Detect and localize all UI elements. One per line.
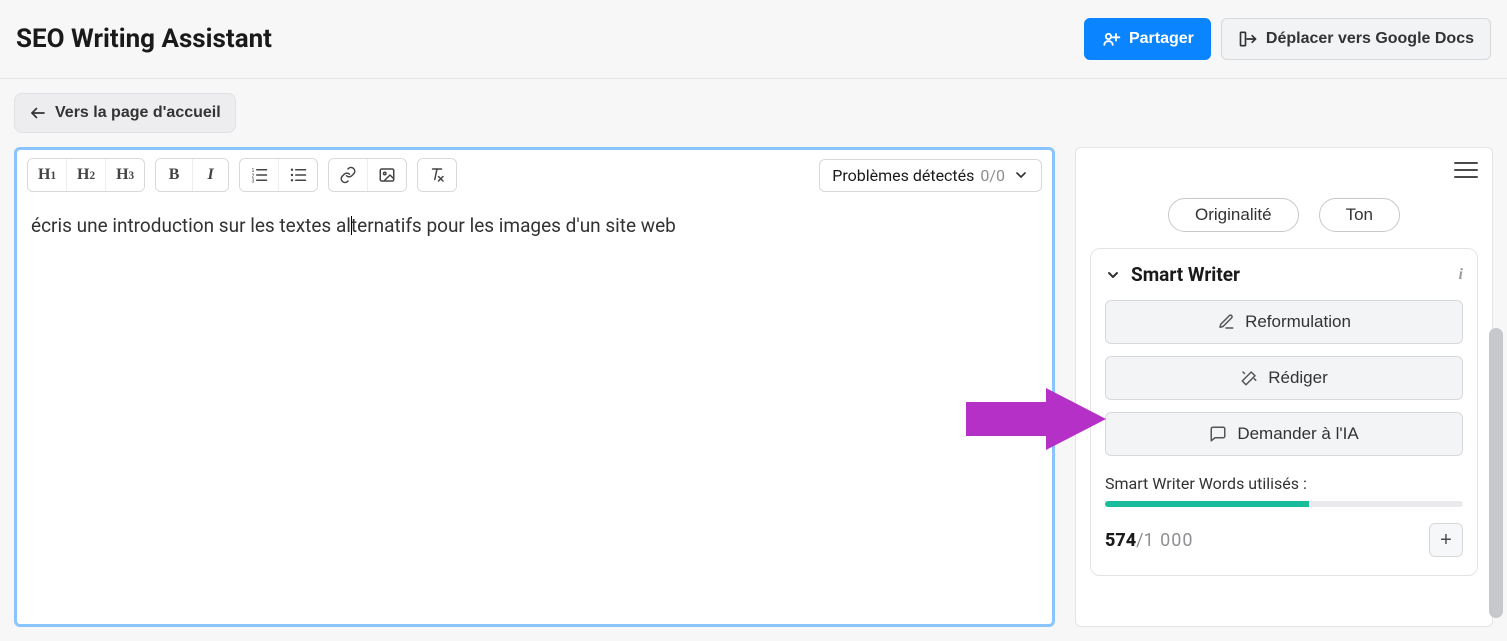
info-icon[interactable]: i — [1459, 266, 1463, 284]
list-group: 1 2 3 — [239, 158, 318, 192]
usage-progress — [1105, 501, 1463, 507]
chat-icon — [1209, 425, 1227, 443]
subnav: Vers la page d'accueil — [0, 79, 1507, 133]
export-icon — [1238, 29, 1258, 49]
editor-toolbar: H1 H2 H3 B I 1 2 3 — [17, 150, 1052, 200]
clear-format-icon — [428, 166, 446, 184]
heading-group: H1 H2 H3 — [27, 158, 145, 192]
image-button[interactable] — [367, 159, 406, 191]
usage-counts: 574/1 000 — [1105, 530, 1194, 551]
usage-progress-bar — [1105, 501, 1309, 507]
ordered-list-button[interactable]: 1 2 3 — [240, 159, 278, 191]
issues-label: Problèmes détectés — [832, 166, 974, 185]
tone-pill[interactable]: Ton — [1319, 198, 1400, 232]
header: SEO Writing Assistant Partager Déplacer … — [0, 0, 1507, 79]
editor-textarea[interactable]: écris une introduction sur les textes al… — [17, 200, 1052, 624]
usage-total: 1 000 — [1144, 530, 1194, 551]
clear-group — [417, 158, 457, 192]
write-button[interactable]: Rédiger — [1105, 356, 1463, 400]
back-home-label: Vers la page d'accueil — [55, 104, 221, 122]
main-layout: H1 H2 H3 B I 1 2 3 — [0, 133, 1507, 641]
editor-text-after: ternatifs pour les images d'un site web — [351, 214, 676, 237]
svg-text:3: 3 — [252, 179, 255, 185]
pill-row: Originalité Ton — [1090, 198, 1478, 232]
header-actions: Partager Déplacer vers Google Docs — [1084, 18, 1491, 60]
issues-dropdown[interactable]: Problèmes détectés 0/0 — [819, 159, 1042, 192]
scrollbar[interactable] — [1489, 158, 1503, 618]
reformulate-button[interactable]: Reformulation — [1105, 300, 1463, 344]
sidebar-head — [1076, 148, 1492, 182]
move-to-gdocs-button[interactable]: Déplacer vers Google Docs — [1221, 18, 1491, 60]
image-icon — [378, 166, 396, 184]
italic-button[interactable]: I — [192, 159, 228, 191]
insert-group — [328, 158, 407, 192]
sidebar-content: Originalité Ton Smart Writer i Reformula… — [1076, 182, 1492, 590]
ask-ai-button[interactable]: Demander à l'IA — [1105, 412, 1463, 456]
smart-writer-title-text: Smart Writer — [1131, 263, 1240, 286]
unordered-list-icon — [289, 166, 307, 184]
heading-h1-button[interactable]: H1 — [28, 159, 66, 191]
unordered-list-button[interactable] — [278, 159, 317, 191]
issues-count: 0/0 — [980, 166, 1005, 185]
share-button[interactable]: Partager — [1084, 18, 1211, 60]
ask-ai-label: Demander à l'IA — [1237, 424, 1358, 444]
ordered-list-icon: 1 2 3 — [250, 166, 268, 184]
originality-pill[interactable]: Originalité — [1168, 198, 1299, 232]
usage-used: 574 — [1105, 530, 1136, 551]
share-button-label: Partager — [1129, 31, 1194, 47]
page-title: SEO Writing Assistant — [16, 24, 272, 54]
edit-icon — [1217, 313, 1235, 331]
sidebar-menu-button[interactable] — [1454, 158, 1478, 182]
add-words-button[interactable]: + — [1429, 523, 1463, 557]
link-icon — [339, 166, 357, 184]
toolbar-left: H1 H2 H3 B I 1 2 3 — [27, 158, 457, 192]
back-home-button[interactable]: Vers la page d'accueil — [14, 93, 236, 133]
usage-row: 574/1 000 + — [1105, 523, 1463, 557]
scrollbar-thumb[interactable] — [1489, 328, 1503, 618]
clear-format-button[interactable] — [418, 159, 456, 191]
move-to-gdocs-button-label: Déplacer vers Google Docs — [1266, 31, 1474, 47]
text-style-group: B I — [155, 158, 229, 192]
reformulate-label: Reformulation — [1245, 312, 1351, 332]
write-label: Rédiger — [1268, 368, 1328, 388]
chevron-down-icon — [1105, 267, 1121, 283]
smart-writer-title[interactable]: Smart Writer — [1105, 263, 1240, 286]
magic-wand-icon — [1240, 369, 1258, 387]
smart-writer-card: Smart Writer i Reformulation Rédiger — [1090, 248, 1478, 576]
share-icon — [1101, 29, 1121, 49]
editor-text-before: écris une introduction sur les textes al — [31, 214, 351, 237]
editor-panel: H1 H2 H3 B I 1 2 3 — [14, 147, 1055, 627]
arrow-left-icon — [29, 104, 47, 122]
chevron-down-icon — [1013, 167, 1029, 183]
heading-h2-button[interactable]: H2 — [66, 159, 105, 191]
sidebar: Originalité Ton Smart Writer i Reformula… — [1075, 147, 1493, 627]
usage-label: Smart Writer Words utilisés : — [1105, 474, 1463, 493]
bold-button[interactable]: B — [156, 159, 192, 191]
heading-h3-button[interactable]: H3 — [105, 159, 144, 191]
smart-writer-head: Smart Writer i — [1105, 263, 1463, 286]
link-button[interactable] — [329, 159, 367, 191]
